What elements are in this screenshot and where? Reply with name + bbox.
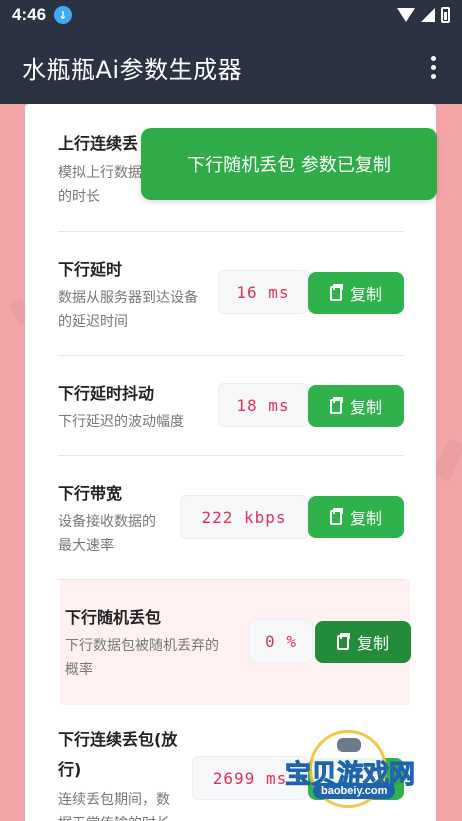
row-description: 连续丢包期间，数	[58, 792, 170, 808]
copy-button[interactable]: 复制	[315, 621, 411, 663]
wifi-icon	[397, 8, 415, 22]
row-downlink-delay: 下行延时 数据从服务器到达设备 的延迟时间 16 ms 复制	[58, 232, 404, 356]
value-field[interactable]: 0 %	[249, 619, 313, 663]
row-title: 下行带宽	[58, 484, 123, 503]
copy-button-label: 复制	[349, 398, 382, 417]
copy-button[interactable]: 复制	[308, 496, 404, 538]
clipboard-icon	[329, 396, 343, 414]
row-description-2: 的时长	[58, 189, 100, 205]
clipboard-icon	[329, 283, 343, 301]
row-description-2: 概率	[65, 662, 93, 678]
watermark-logo: 宝贝游戏网 baobeiy.com	[284, 730, 460, 821]
row-downlink-jitter: 下行延时抖动 下行延迟的波动幅度 18 ms 复制	[58, 356, 404, 456]
row-downlink-random-loss: 下行随机丢包 下行数据包被随机丢弃的 概率 0 % 复制	[65, 580, 411, 704]
app-bar: 水瓶瓶Ai参数生成器	[0, 30, 462, 104]
status-bar: 4:46 ↓	[0, 0, 462, 30]
download-icon: ↓	[54, 6, 73, 24]
copy-button[interactable]: 复制	[308, 272, 404, 314]
clipboard-icon	[336, 632, 350, 650]
row-title: 下行延时	[58, 260, 123, 279]
row-description-2: 的延迟时间	[58, 314, 128, 330]
battery-icon	[441, 7, 450, 23]
signal-icon	[421, 8, 435, 22]
row-title: 下行延时抖动	[58, 384, 155, 403]
row-description: 模拟上行数据	[58, 165, 142, 181]
value-field[interactable]: 16 ms	[218, 270, 308, 314]
row-description: 下行延迟的波动幅度	[58, 414, 184, 430]
status-icons	[397, 7, 450, 23]
status-time: 4:46	[12, 5, 47, 24]
copy-button[interactable]: 复制	[308, 385, 404, 427]
clipboard-icon	[329, 507, 343, 525]
row-description-2: 据无常传输的时长	[58, 812, 170, 821]
gamepad-icon	[337, 738, 361, 752]
toast-message: 下行随机丢包 参数已复制	[187, 155, 391, 176]
row-description: 数据从服务器到达设备	[58, 290, 198, 306]
more-options-icon[interactable]	[427, 50, 440, 85]
value-field[interactable]: 18 ms	[218, 383, 308, 427]
row-title: 下行连续丢包(放	[58, 730, 178, 749]
row-title: 下行随机丢包	[65, 608, 162, 627]
row-description: 设备接收数据的	[58, 514, 156, 530]
background-decoration	[432, 438, 462, 482]
row-downlink-bandwidth: 下行带宽 设备接收数据的 最大速率 222 kbps 复制	[58, 456, 404, 580]
app-title: 水瓶瓶Ai参数生成器	[22, 55, 243, 84]
row-title-2: 行)	[58, 760, 82, 779]
copy-button-label: 复制	[349, 285, 382, 304]
row-description: 下行数据包被随机丢弃的	[65, 638, 219, 654]
value-field[interactable]: 222 kbps	[180, 495, 308, 539]
row-description-2: 最大速率	[58, 538, 114, 554]
row-title: 上行连续丢	[58, 134, 139, 153]
copied-toast: 下行随机丢包 参数已复制	[141, 128, 437, 200]
copy-button-label: 复制	[356, 634, 389, 653]
watermark-url: baobeiy.com	[313, 783, 396, 799]
copy-button-label: 复制	[349, 509, 382, 528]
